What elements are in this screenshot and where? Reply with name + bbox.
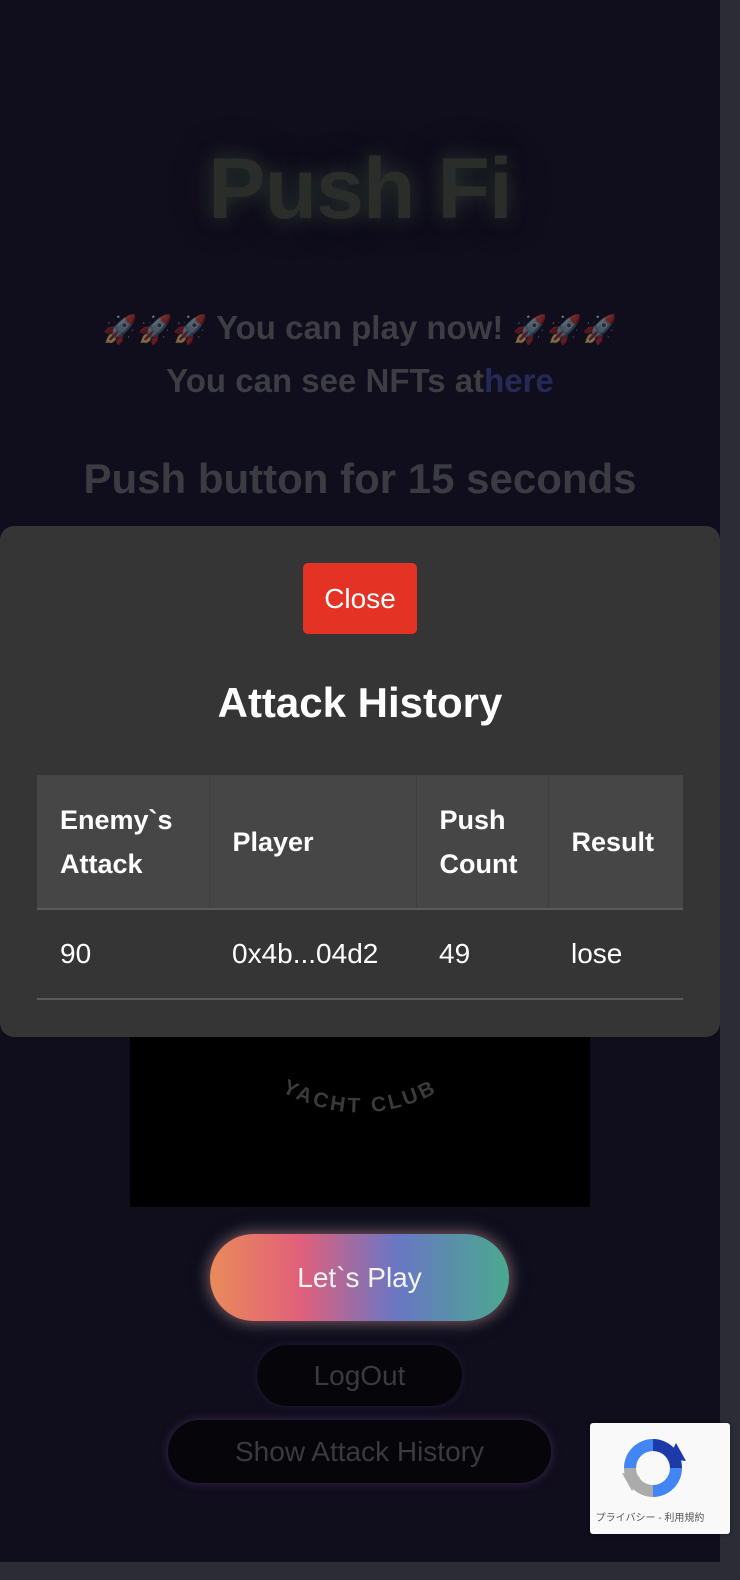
status-text: You can play now! bbox=[216, 309, 504, 346]
cell-player: 0x4b...04d2 bbox=[232, 938, 379, 969]
nft-caption: YACHT CLUB bbox=[279, 1075, 438, 1117]
svg-text:YACHT CLUB: YACHT CLUB bbox=[279, 1075, 441, 1117]
cell-enemy-attack: 90 bbox=[60, 938, 92, 969]
cell-push-count: 49 bbox=[439, 938, 471, 969]
app-title: Push Fi bbox=[208, 141, 513, 237]
attack-history-modal: Close Attack History Enemy`s Attack Play… bbox=[0, 526, 720, 1037]
nft-prefix-text: You can see NFTs at bbox=[166, 362, 485, 399]
attack-history-table: Enemy`s Attack Player Push Count Result … bbox=[37, 775, 683, 1000]
column-header-result: Result bbox=[548, 775, 683, 909]
instruction-text: Push button for 15 seconds bbox=[83, 455, 637, 502]
recaptcha-footer[interactable]: プライバシー - 利用規約 bbox=[590, 1509, 710, 1524]
play-button[interactable]: Let`s Play bbox=[210, 1234, 509, 1321]
show-attack-history-button[interactable]: Show Attack History bbox=[168, 1420, 551, 1483]
column-header-player: Player bbox=[209, 775, 417, 909]
status-message: 🚀🚀🚀 You can play now! 🚀🚀🚀 bbox=[0, 309, 720, 347]
nft-link[interactable]: here bbox=[484, 362, 554, 399]
cell-result: lose bbox=[571, 938, 623, 969]
nft-message: You can see NFTs athere bbox=[0, 362, 720, 400]
bottom-edge bbox=[0, 1562, 740, 1580]
rocket-icons-right: 🚀🚀🚀 bbox=[512, 314, 618, 345]
modal-title: Attack History bbox=[217, 679, 503, 726]
table-row: 90 0x4b...04d2 49 lose bbox=[37, 909, 683, 999]
close-button[interactable]: Close bbox=[303, 563, 417, 634]
logout-button[interactable]: LogOut bbox=[257, 1345, 462, 1406]
page: Push Fi 🚀🚀🚀 You can play now! 🚀🚀🚀 You ca… bbox=[0, 0, 720, 1580]
column-header-enemy-attack: Enemy`s Attack bbox=[37, 775, 210, 909]
scrollbar-track bbox=[720, 0, 740, 1580]
table-header-row: Enemy`s Attack Player Push Count Result bbox=[37, 775, 683, 909]
recaptcha-badge[interactable]: プライバシー - 利用規約 bbox=[590, 1423, 730, 1534]
recaptcha-icon bbox=[622, 1439, 686, 1497]
column-header-push-count: Push Count bbox=[416, 775, 549, 909]
rocket-icons-left: 🚀🚀🚀 bbox=[102, 314, 208, 345]
